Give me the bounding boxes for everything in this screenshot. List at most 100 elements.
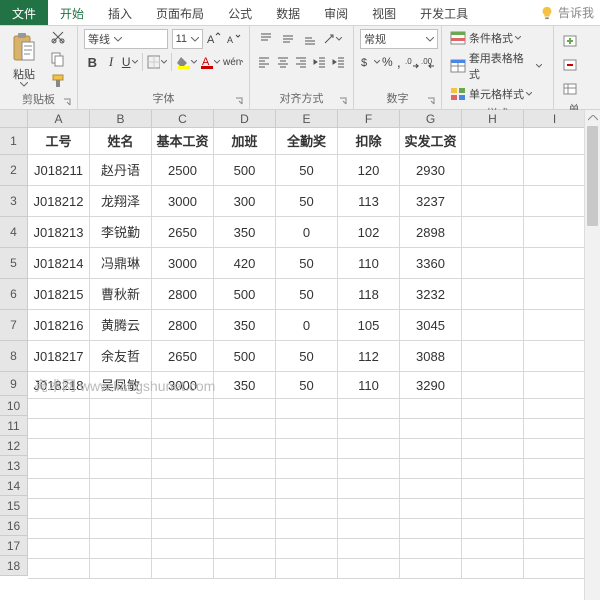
increase-font-button[interactable]: A — [205, 29, 223, 49]
row-header[interactable]: 9 — [0, 372, 28, 396]
cell[interactable] — [152, 519, 214, 539]
cell[interactable] — [90, 399, 152, 419]
cell[interactable] — [462, 341, 524, 372]
cell[interactable] — [462, 539, 524, 559]
cell[interactable] — [524, 439, 586, 459]
cell[interactable]: 全勤奖 — [276, 128, 338, 155]
cell[interactable]: 实发工资 — [400, 128, 462, 155]
cell[interactable] — [28, 499, 90, 519]
cell[interactable] — [524, 248, 586, 279]
cell[interactable] — [276, 439, 338, 459]
select-all-corner[interactable] — [0, 110, 28, 128]
cell[interactable] — [524, 519, 586, 539]
fill-color-button[interactable] — [176, 52, 198, 72]
cell[interactable] — [524, 279, 586, 310]
row-header[interactable]: 14 — [0, 476, 28, 496]
cell[interactable]: J018216 — [28, 310, 90, 341]
cell[interactable]: 112 — [338, 341, 400, 372]
tell-me[interactable]: 告诉我 — [534, 0, 600, 25]
comma-button[interactable]: , — [395, 52, 403, 72]
cell[interactable] — [276, 419, 338, 439]
cell[interactable]: 2898 — [400, 217, 462, 248]
cell[interactable]: J018211 — [28, 155, 90, 186]
cell[interactable]: 50 — [276, 372, 338, 399]
tab-view[interactable]: 视图 — [360, 0, 408, 25]
cell[interactable] — [214, 439, 276, 459]
cell[interactable]: 2800 — [152, 310, 214, 341]
cell[interactable]: 3045 — [400, 310, 462, 341]
align-bottom-button[interactable] — [300, 29, 320, 49]
cell[interactable] — [462, 499, 524, 519]
cell[interactable]: 350 — [214, 310, 276, 341]
cell[interactable]: 420 — [214, 248, 276, 279]
cell[interactable]: 0 — [276, 217, 338, 248]
cell[interactable] — [462, 559, 524, 579]
cell[interactable] — [400, 459, 462, 479]
cell[interactable] — [524, 372, 586, 399]
row-header[interactable]: 8 — [0, 341, 28, 372]
row-header[interactable]: 13 — [0, 456, 28, 476]
paste-button[interactable]: 粘贴 — [6, 30, 42, 89]
cell[interactable]: 3232 — [400, 279, 462, 310]
cell[interactable]: 2650 — [152, 341, 214, 372]
cell[interactable] — [28, 399, 90, 419]
cell[interactable] — [276, 459, 338, 479]
cell[interactable]: 300 — [214, 186, 276, 217]
cell[interactable]: J018217 — [28, 341, 90, 372]
cell[interactable]: J018215 — [28, 279, 90, 310]
row-header[interactable]: 18 — [0, 556, 28, 576]
cell[interactable] — [338, 439, 400, 459]
cell[interactable] — [90, 479, 152, 499]
cell[interactable]: 基本工资 — [152, 128, 214, 155]
cell[interactable]: J018213 — [28, 217, 90, 248]
italic-button[interactable]: I — [103, 52, 120, 72]
cell[interactable] — [90, 519, 152, 539]
cell[interactable] — [214, 519, 276, 539]
cell[interactable]: 50 — [276, 341, 338, 372]
align-right-button[interactable] — [293, 52, 310, 72]
cell[interactable]: J018218 — [28, 372, 90, 399]
row-header[interactable]: 11 — [0, 416, 28, 436]
row-header[interactable]: 2 — [0, 155, 28, 186]
cell[interactable] — [214, 399, 276, 419]
tab-file[interactable]: 文件 — [0, 0, 48, 25]
cell[interactable]: 工号 — [28, 128, 90, 155]
cell[interactable] — [28, 559, 90, 579]
cell[interactable] — [462, 217, 524, 248]
cell[interactable] — [400, 439, 462, 459]
col-header[interactable]: G — [400, 110, 462, 128]
cell[interactable]: 赵丹语 — [90, 155, 152, 186]
cell[interactable]: 2930 — [400, 155, 462, 186]
cell[interactable] — [524, 539, 586, 559]
cell[interactable] — [338, 399, 400, 419]
delete-cell-button[interactable] — [560, 55, 580, 75]
format-table-button[interactable]: 套用表格格式 — [448, 49, 547, 83]
cell[interactable]: 110 — [338, 372, 400, 399]
cell[interactable]: 3360 — [400, 248, 462, 279]
cell[interactable] — [28, 459, 90, 479]
underline-button[interactable]: U — [121, 52, 138, 72]
cell[interactable]: 2650 — [152, 217, 214, 248]
tab-formula[interactable]: 公式 — [216, 0, 264, 25]
increase-decimal-button[interactable]: .0 — [405, 52, 419, 72]
cell[interactable] — [152, 419, 214, 439]
cell[interactable] — [462, 519, 524, 539]
tab-review[interactable]: 审阅 — [312, 0, 360, 25]
font-size-combo[interactable]: 11 — [172, 29, 203, 49]
cell[interactable]: 龙翔泽 — [90, 186, 152, 217]
cell[interactable] — [338, 499, 400, 519]
border-button[interactable] — [147, 52, 167, 72]
cell[interactable]: 105 — [338, 310, 400, 341]
cell-grid[interactable]: 工号姓名基本工资加班全勤奖扣除实发工资J018211赵丹语25005005012… — [28, 128, 586, 579]
cell[interactable] — [90, 559, 152, 579]
cell[interactable] — [462, 128, 524, 155]
increase-indent-button[interactable] — [330, 52, 347, 72]
vertical-scrollbar[interactable] — [584, 110, 600, 600]
row-header[interactable]: 3 — [0, 186, 28, 217]
cell[interactable]: 2800 — [152, 279, 214, 310]
cell[interactable] — [524, 155, 586, 186]
cell[interactable]: 3237 — [400, 186, 462, 217]
cell[interactable]: 0 — [276, 310, 338, 341]
cell[interactable]: 500 — [214, 279, 276, 310]
cell[interactable]: 姓名 — [90, 128, 152, 155]
